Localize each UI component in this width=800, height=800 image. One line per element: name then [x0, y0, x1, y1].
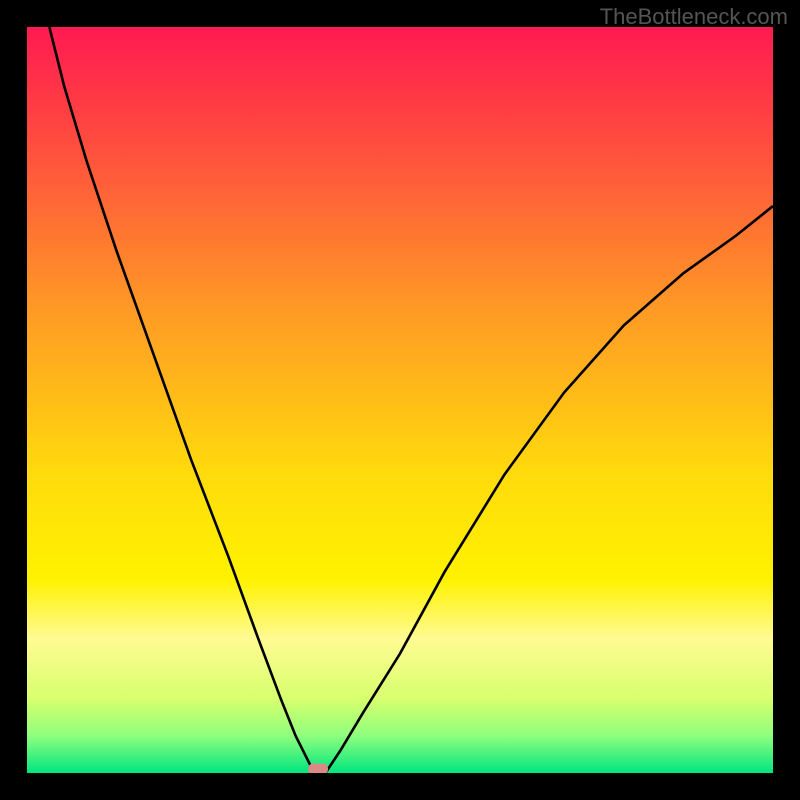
- chart-container: TheBottleneck.com: [0, 0, 800, 800]
- bottleneck-curve: [27, 27, 773, 773]
- plot-area: [27, 27, 773, 773]
- optimum-marker: [308, 764, 328, 773]
- watermark-text: TheBottleneck.com: [600, 4, 788, 30]
